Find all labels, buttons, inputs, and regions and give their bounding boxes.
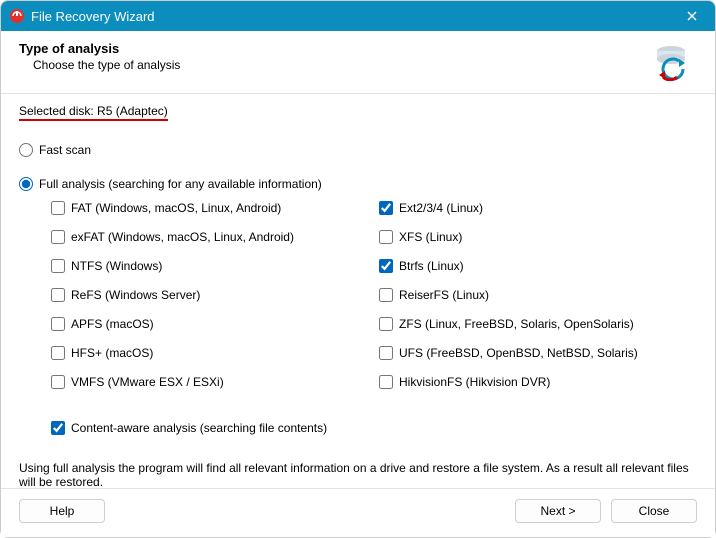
fs-checkbox-fat[interactable] xyxy=(51,201,65,215)
fs-label-ufs: UFS (FreeBSD, OpenBSD, NetBSD, Solaris) xyxy=(399,346,638,360)
close-button[interactable]: Close xyxy=(611,499,697,523)
fs-option-refs[interactable]: ReFS (Windows Server) xyxy=(51,288,369,302)
fs-checkbox-xfs[interactable] xyxy=(379,230,393,244)
fast-scan-radio[interactable] xyxy=(19,143,33,157)
titlebar: File Recovery Wizard xyxy=(1,1,715,31)
fs-option-fat[interactable]: FAT (Windows, macOS, Linux, Android) xyxy=(51,201,369,215)
wizard-header: Type of analysis Choose the type of anal… xyxy=(1,31,715,87)
fs-option-xfs[interactable]: XFS (Linux) xyxy=(379,230,697,244)
fs-option-hfs[interactable]: HFS+ (macOS) xyxy=(51,346,369,360)
fs-checkbox-reiser[interactable] xyxy=(379,288,393,302)
filesystem-grid: FAT (Windows, macOS, Linux, Android) Ext2… xyxy=(51,201,697,395)
fs-label-reiser: ReiserFS (Linux) xyxy=(399,288,489,302)
next-button[interactable]: Next > xyxy=(515,499,601,523)
content-area: Selected disk: R5 (Adaptec) Fast scan Fu… xyxy=(1,94,715,435)
fs-checkbox-ntfs[interactable] xyxy=(51,259,65,273)
fs-checkbox-hikfs[interactable] xyxy=(379,375,393,389)
app-icon xyxy=(9,8,25,24)
fast-scan-label: Fast scan xyxy=(39,143,91,157)
close-icon[interactable] xyxy=(677,1,707,31)
fs-label-hfs: HFS+ (macOS) xyxy=(71,346,153,360)
selected-disk-label: Selected disk: R5 (Adaptec) xyxy=(19,104,168,121)
fs-checkbox-exfat[interactable] xyxy=(51,230,65,244)
fs-checkbox-ufs[interactable] xyxy=(379,346,393,360)
fs-checkbox-ext[interactable] xyxy=(379,201,393,215)
fs-label-refs: ReFS (Windows Server) xyxy=(71,288,200,302)
fs-option-btrfs[interactable]: Btrfs (Linux) xyxy=(379,259,697,273)
fs-label-hikfs: HikvisionFS (Hikvision DVR) xyxy=(399,375,550,389)
page-title: Type of analysis xyxy=(19,41,651,56)
fs-label-xfs: XFS (Linux) xyxy=(399,230,462,244)
full-analysis-option[interactable]: Full analysis (searching for any availab… xyxy=(19,177,697,191)
fs-label-vmfs: VMFS (VMware ESX / ESXi) xyxy=(71,375,224,389)
fs-checkbox-zfs[interactable] xyxy=(379,317,393,331)
fs-label-ntfs: NTFS (Windows) xyxy=(71,259,162,273)
fs-option-ntfs[interactable]: NTFS (Windows) xyxy=(51,259,369,273)
fast-scan-option[interactable]: Fast scan xyxy=(19,143,697,157)
fs-label-exfat: exFAT (Windows, macOS, Linux, Android) xyxy=(71,230,294,244)
fs-option-zfs[interactable]: ZFS (Linux, FreeBSD, Solaris, OpenSolari… xyxy=(379,317,697,331)
content-aware-option[interactable]: Content-aware analysis (searching file c… xyxy=(51,421,697,435)
content-aware-label: Content-aware analysis (searching file c… xyxy=(71,421,327,435)
full-analysis-label: Full analysis (searching for any availab… xyxy=(39,177,322,191)
fs-option-exfat[interactable]: exFAT (Windows, macOS, Linux, Android) xyxy=(51,230,369,244)
fs-option-ufs[interactable]: UFS (FreeBSD, OpenBSD, NetBSD, Solaris) xyxy=(379,346,697,360)
fs-option-reiser[interactable]: ReiserFS (Linux) xyxy=(379,288,697,302)
fs-label-fat: FAT (Windows, macOS, Linux, Android) xyxy=(71,201,281,215)
fs-option-vmfs[interactable]: VMFS (VMware ESX / ESXi) xyxy=(51,375,369,389)
page-subtitle: Choose the type of analysis xyxy=(33,58,651,72)
fs-checkbox-vmfs[interactable] xyxy=(51,375,65,389)
help-button[interactable]: Help xyxy=(19,499,105,523)
content-aware-checkbox[interactable] xyxy=(51,421,65,435)
fs-checkbox-btrfs[interactable] xyxy=(379,259,393,273)
full-analysis-radio[interactable] xyxy=(19,177,33,191)
fs-label-btrfs: Btrfs (Linux) xyxy=(399,259,464,273)
fs-option-apfs[interactable]: APFS (macOS) xyxy=(51,317,369,331)
fs-checkbox-apfs[interactable] xyxy=(51,317,65,331)
fs-label-zfs: ZFS (Linux, FreeBSD, Solaris, OpenSolari… xyxy=(399,317,634,331)
analysis-description: Using full analysis the program will fin… xyxy=(19,461,697,489)
fs-checkbox-refs[interactable] xyxy=(51,288,65,302)
fs-option-hikfs[interactable]: HikvisionFS (Hikvision DVR) xyxy=(379,375,697,389)
window-title: File Recovery Wizard xyxy=(31,9,677,24)
fs-label-apfs: APFS (macOS) xyxy=(71,317,154,331)
fs-checkbox-hfs[interactable] xyxy=(51,346,65,360)
wizard-footer: Help Next > Close xyxy=(1,488,715,537)
fs-label-ext: Ext2/3/4 (Linux) xyxy=(399,201,483,215)
fs-option-ext[interactable]: Ext2/3/4 (Linux) xyxy=(379,201,697,215)
wizard-icon xyxy=(651,41,691,81)
